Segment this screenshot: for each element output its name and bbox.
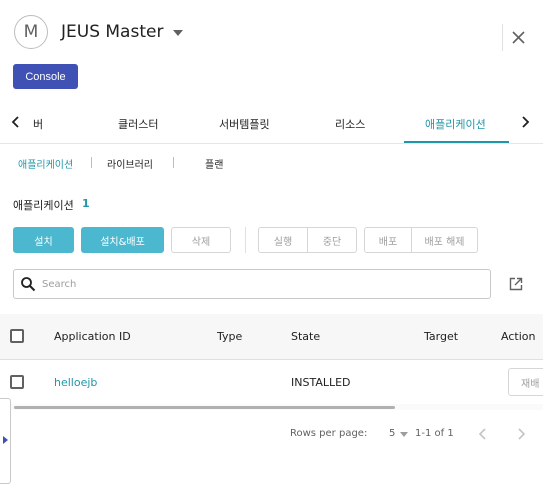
tab-application[interactable]: 애플리케이션	[425, 116, 486, 132]
subtab-separator	[91, 157, 92, 168]
subtab-library[interactable]: 라이브러리	[107, 156, 153, 171]
search-icon	[21, 277, 36, 292]
column-header-application-id[interactable]: Application ID	[54, 330, 131, 343]
chevron-right-icon[interactable]	[518, 114, 532, 130]
previous-page-icon[interactable]	[478, 428, 488, 440]
undeploy-button[interactable]: 배포 해제	[412, 227, 478, 253]
column-header-type[interactable]: Type	[217, 330, 242, 343]
next-page-icon[interactable]	[516, 428, 526, 440]
install-button[interactable]: 설치	[13, 227, 74, 253]
expand-arrow-icon[interactable]	[3, 436, 8, 444]
tab-server-template[interactable]: 서버템플릿	[219, 116, 270, 132]
tab-server[interactable]: 버	[33, 116, 43, 132]
pagination-range: 1-1 of 1	[415, 428, 454, 439]
delete-button[interactable]: 삭제	[171, 227, 231, 253]
server-name[interactable]: JEUS Master	[61, 22, 163, 42]
application-state: INSTALLED	[291, 376, 351, 389]
rows-per-page-label: Rows per page:	[290, 428, 368, 439]
section-title: 애플리케이션	[13, 199, 74, 212]
rows-per-page-select[interactable]: 5	[389, 428, 395, 439]
open-in-new-icon[interactable]	[509, 277, 523, 291]
caret-down-icon[interactable]	[400, 432, 408, 437]
header-divider	[502, 24, 503, 51]
console-button[interactable]: Console	[13, 64, 78, 89]
run-button[interactable]: 실행	[258, 227, 308, 253]
column-header-action: Action	[501, 330, 536, 343]
row-checkbox[interactable]	[10, 375, 24, 389]
close-icon[interactable]	[511, 30, 526, 45]
tabs-divider	[0, 143, 543, 144]
column-header-target[interactable]: Target	[424, 330, 458, 343]
chevron-left-icon[interactable]	[9, 114, 23, 130]
subtab-plan[interactable]: 플랜	[205, 156, 223, 171]
subtab-application[interactable]: 애플리케이션	[18, 156, 73, 171]
subtab-separator	[173, 157, 174, 168]
application-id-link[interactable]: helloejb	[54, 376, 97, 389]
button-group-separator	[245, 227, 246, 253]
caret-down-icon[interactable]	[173, 30, 183, 36]
avatar: M	[14, 15, 48, 49]
install-deploy-button[interactable]: 설치&배포	[81, 227, 164, 253]
stop-button[interactable]: 중단	[308, 227, 357, 253]
section-count: 1	[82, 197, 90, 210]
column-header-state[interactable]: State	[291, 330, 320, 343]
deploy-button[interactable]: 배포	[364, 227, 412, 253]
horizontal-scrollbar-thumb[interactable]	[14, 406, 395, 409]
select-all-checkbox[interactable]	[10, 329, 24, 343]
tab-resource[interactable]: 리소스	[335, 116, 365, 132]
search-input[interactable]	[42, 275, 482, 293]
redeploy-button[interactable]: 재배	[508, 368, 543, 396]
tab-cluster[interactable]: 클러스터	[118, 116, 158, 132]
